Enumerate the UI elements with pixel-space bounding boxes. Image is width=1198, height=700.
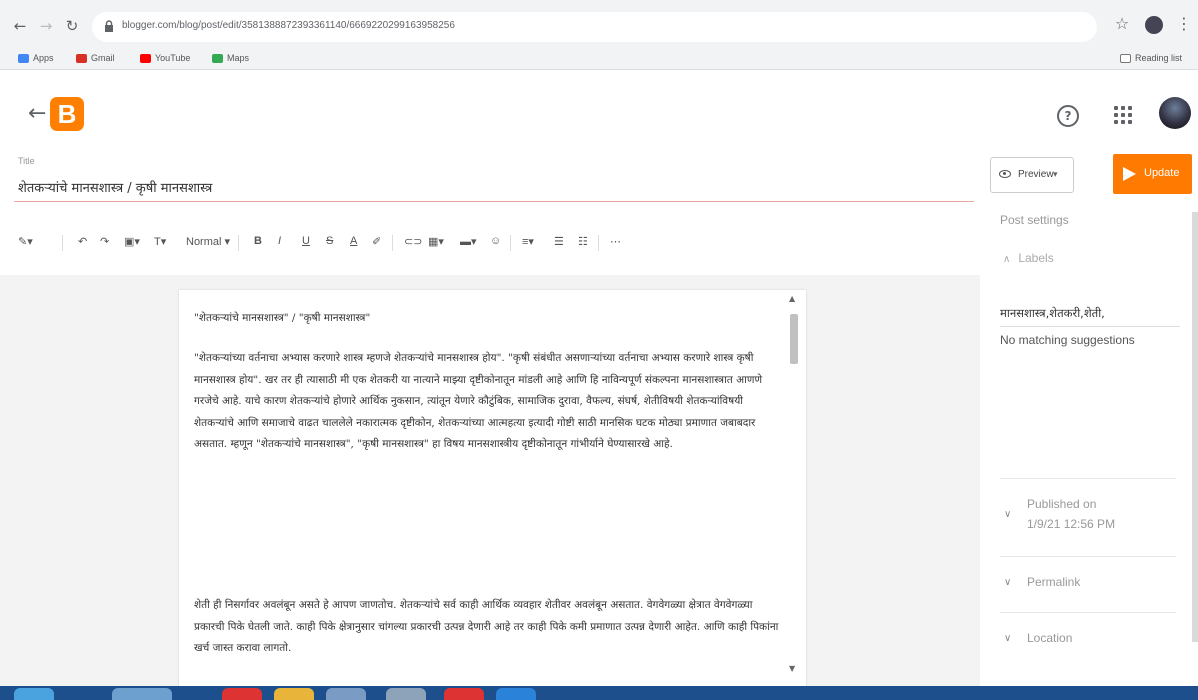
strikethrough-icon[interactable]: S: [326, 235, 333, 247]
taskbar-app[interactable]: [222, 688, 262, 700]
bookmark-star-icon[interactable]: ☆: [1110, 12, 1134, 36]
location-section[interactable]: ∨ Location: [1000, 612, 1176, 668]
video-icon[interactable]: ▬▾: [460, 235, 477, 248]
labels-section-toggle[interactable]: ∧ Labels: [1003, 251, 1054, 265]
redo-icon[interactable]: ↷: [100, 235, 109, 248]
preview-button[interactable]: Preview ▾: [990, 157, 1074, 193]
divider: [392, 235, 393, 251]
divider: [598, 235, 599, 251]
reading-list[interactable]: Reading list: [1120, 53, 1182, 63]
post-title-input[interactable]: शेतकऱ्यांचे मानसशास्त्र / कृषी मानसशास्त…: [14, 176, 974, 202]
labels-input[interactable]: मानसशास्त्र,शेतकरी,शेती,: [1000, 306, 1180, 327]
bookmark-gmail[interactable]: Gmail: [76, 53, 115, 63]
taskbar-app[interactable]: [112, 688, 172, 700]
help-icon[interactable]: ?: [1057, 105, 1079, 127]
title-label: Title: [18, 156, 35, 166]
taskbar-app[interactable]: [444, 688, 484, 700]
blogger-logo[interactable]: B: [50, 97, 84, 131]
divider: [510, 235, 511, 251]
browser-toolbar: ← → ↻ blogger.com/blog/post/edit/3581388…: [0, 0, 1198, 70]
taskbar-app[interactable]: [274, 688, 314, 700]
numbered-list-icon[interactable]: ☰: [554, 235, 564, 248]
align-icon[interactable]: ≡▾: [522, 235, 534, 248]
scroll-thumb[interactable]: [790, 314, 798, 364]
back-nav-icon[interactable]: ←: [10, 17, 30, 35]
no-suggestions-text: No matching suggestions: [1000, 333, 1135, 347]
emoji-icon[interactable]: ☺: [490, 235, 501, 247]
post-paragraph: "शेतकऱ्यांच्या वर्तनाचा अभ्यास करणारे शा…: [194, 352, 763, 451]
taskbar-app[interactable]: [496, 688, 536, 700]
apps-grid-icon[interactable]: [1114, 106, 1132, 124]
bookmark-maps[interactable]: Maps: [212, 53, 249, 63]
taskbar-app[interactable]: [326, 688, 366, 700]
chevron-down-icon: ∨: [1004, 577, 1012, 588]
post-body-editor[interactable]: "शेतकऱ्यांचे मानसशास्त्र" / "कृषी मानसशा…: [179, 290, 806, 700]
bookmarks-bar: Apps Gmail YouTube Maps Reading list: [0, 48, 1198, 70]
permalink-section[interactable]: ∨ Permalink: [1000, 556, 1176, 612]
editor-scrollbar[interactable]: ▲ ▼: [786, 294, 802, 684]
chevron-up-icon: ∧: [1003, 254, 1011, 265]
address-bar[interactable]: blogger.com/blog/post/edit/3581388872393…: [92, 12, 1097, 42]
maps-icon: [212, 53, 223, 63]
forward-nav-icon[interactable]: →: [36, 17, 56, 35]
font-size-icon[interactable]: T▾: [154, 235, 166, 248]
divider: [238, 235, 239, 251]
apps-grid-icon: [18, 53, 29, 63]
text-color-icon[interactable]: A: [350, 235, 357, 247]
chevron-down-icon: ∨: [1004, 509, 1012, 520]
chevron-down-icon: ∨: [1004, 633, 1012, 644]
youtube-icon: [140, 53, 151, 63]
more-options-icon[interactable]: ⋯: [610, 235, 621, 248]
start-button[interactable]: [14, 688, 54, 700]
profile-icon[interactable]: [1142, 12, 1166, 36]
divider: [62, 235, 63, 251]
image-icon[interactable]: ▦▾: [428, 235, 444, 248]
menu-kebab-icon[interactable]: ⋮: [1172, 12, 1196, 36]
post-settings-heading: Post settings: [1000, 213, 1069, 227]
url-text: blogger.com/blog/post/edit/3581388872393…: [122, 20, 455, 31]
reading-list-icon: [1120, 53, 1131, 63]
post-paragraph: "शेतकऱ्यांचे मानसशास्त्र" / "कृषी मानसशा…: [194, 312, 371, 324]
post-paragraph: शेती ही निसर्गावर अवलंबून असते हे आपण जा…: [194, 599, 779, 655]
scroll-down-icon[interactable]: ▼: [789, 664, 795, 673]
underline-icon[interactable]: U: [302, 235, 310, 247]
send-icon: [1123, 167, 1136, 181]
update-button[interactable]: Update: [1113, 154, 1192, 194]
undo-icon[interactable]: ↶: [78, 235, 87, 248]
taskbar-app[interactable]: [386, 688, 426, 700]
italic-icon[interactable]: I: [278, 235, 281, 247]
gmail-icon: [76, 53, 87, 63]
paragraph-style-select[interactable]: Normal ▾: [186, 235, 230, 248]
font-family-icon[interactable]: ▣▾: [124, 235, 140, 248]
back-arrow-icon[interactable]: ←: [28, 101, 46, 126]
link-icon[interactable]: ⊂⊃: [404, 235, 422, 248]
bookmark-youtube[interactable]: YouTube: [140, 53, 190, 63]
reload-icon[interactable]: ↻: [62, 17, 82, 35]
format-toolbar: ✎▾ ↶ ↷ ▣▾ T▾ Normal ▾ B I U S A ✐ ⊂⊃ ▦▾ …: [0, 228, 980, 258]
chevron-down-icon[interactable]: ▾: [1053, 169, 1058, 180]
app-bar: [0, 71, 1198, 149]
lock-icon: [105, 20, 113, 32]
bold-icon[interactable]: B: [254, 235, 262, 247]
compose-mode-icon[interactable]: ✎▾: [18, 235, 33, 248]
bulleted-list-icon[interactable]: ☷: [578, 235, 588, 248]
avatar[interactable]: [1159, 97, 1191, 129]
sidebar-scrollbar[interactable]: [1192, 212, 1198, 642]
bookmark-apps[interactable]: Apps: [18, 53, 54, 63]
scroll-up-icon[interactable]: ▲: [789, 294, 795, 303]
eye-icon: [999, 170, 1011, 178]
published-section[interactable]: ∨ Published on 1/9/21 12:56 PM: [1000, 478, 1176, 556]
os-taskbar: [0, 686, 1198, 700]
highlight-icon[interactable]: ✐: [372, 235, 381, 248]
